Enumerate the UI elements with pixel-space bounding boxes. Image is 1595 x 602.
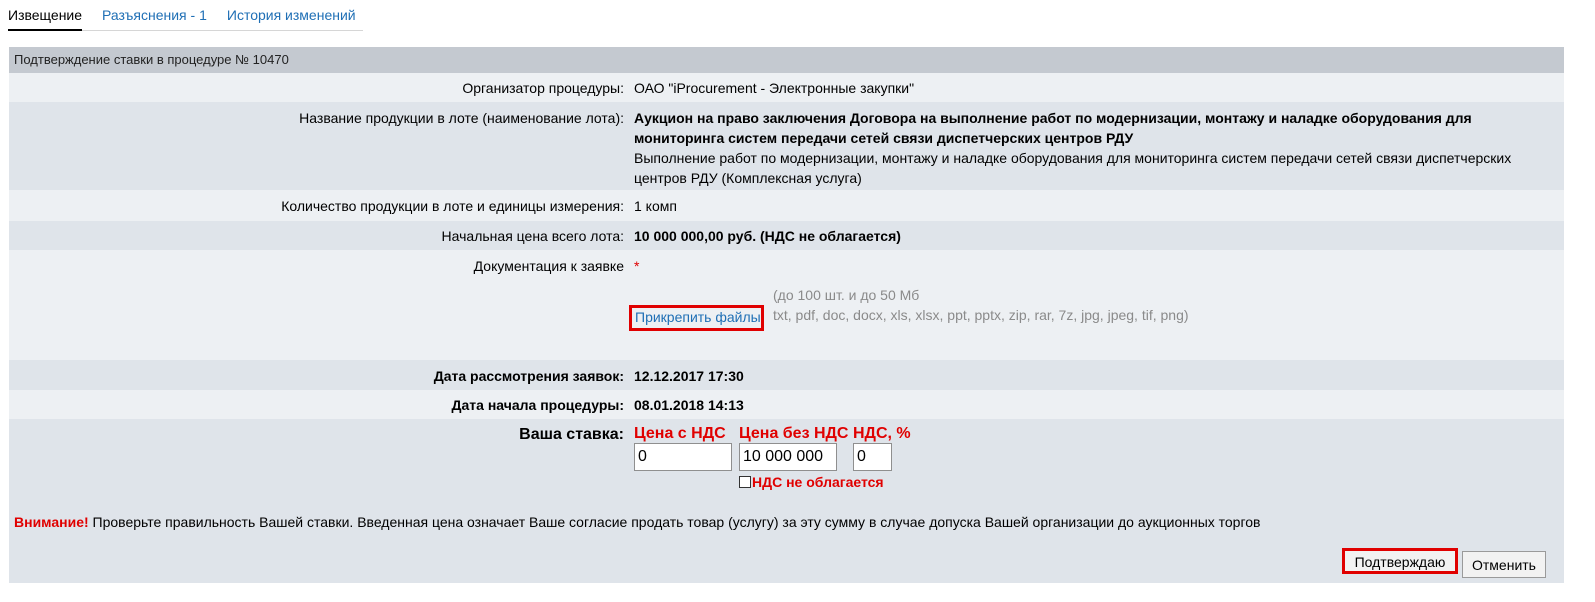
- price-with-vat-input[interactable]: [634, 443, 732, 471]
- review-date-row: Дата рассмотрения заявок: 12.12.2017 17:…: [9, 360, 1564, 390]
- procedure-start-value: 08.01.2018 14:13: [634, 397, 744, 413]
- lot-name-value: Аукцион на право заключения Договора на …: [634, 108, 1534, 188]
- documentation-label: Документация к заявке: [473, 258, 624, 274]
- price-with-vat-header: Цена с НДС: [634, 425, 726, 442]
- review-date-value: 12.12.2017 17:30: [634, 368, 744, 384]
- attach-limit-hint: (до 100 шт. и до 50 Мб: [773, 287, 920, 303]
- tab-clarifications[interactable]: Разъяснения - 1: [102, 0, 207, 31]
- confirm-button[interactable]: Подтверждаю: [1342, 548, 1458, 574]
- lot-description-line: центров РДУ (Комплексная услуга): [634, 170, 862, 186]
- required-marker: *: [634, 258, 640, 274]
- bid-confirmation-panel: Подтверждение ставки в процедуре № 10470…: [9, 47, 1564, 583]
- organizer-row: Организатор процедуры: ОАО "iProcurement…: [9, 73, 1564, 102]
- lot-description-line: Выполнение работ по модернизации, монтаж…: [634, 150, 1512, 166]
- cancel-button[interactable]: Отменить: [1462, 551, 1546, 578]
- warning-title: Внимание!: [14, 514, 89, 530]
- quantity-row: Количество продукции в лоте и единицы из…: [9, 190, 1564, 221]
- lot-name-label: Название продукции в лоте (наименование …: [299, 110, 624, 126]
- organizer-label: Организатор процедуры:: [462, 80, 624, 96]
- attach-files-box: Прикрепить файлы: [629, 305, 764, 331]
- tab-bar: Извещение Разъяснения - 1 История измене…: [8, 0, 363, 31]
- start-price-row: Начальная цена всего лота: 10 000 000,00…: [9, 221, 1564, 250]
- attach-files-link[interactable]: Прикрепить файлы: [635, 309, 761, 325]
- procedure-start-row: Дата начала процедуры: 08.01.2018 14:13: [9, 390, 1564, 419]
- lot-title-line: мониторинга систем передачи сетей связи …: [634, 130, 1134, 146]
- vat-percent-input[interactable]: [853, 443, 892, 471]
- start-price-value: 10 000 000,00 руб. (НДС не облагается): [634, 228, 901, 244]
- vat-percent-header: НДС, %: [853, 425, 911, 442]
- tab-notice[interactable]: Извещение: [8, 0, 83, 31]
- no-vat-checkbox[interactable]: [739, 476, 751, 488]
- bid-label: Ваша ставка:: [519, 426, 624, 443]
- quantity-value: 1 комп: [634, 198, 677, 214]
- bid-warning: Внимание! Проверьте правильность Вашей с…: [14, 514, 1261, 530]
- warning-text: Проверьте правильность Вашей ставки. Вве…: [88, 514, 1261, 530]
- quantity-label: Количество продукции в лоте и единицы из…: [281, 198, 624, 214]
- review-date-label: Дата рассмотрения заявок:: [433, 368, 624, 384]
- price-without-vat-header: Цена без НДС: [739, 425, 849, 442]
- procedure-start-label: Дата начала процедуры:: [451, 397, 624, 413]
- panel-header: Подтверждение ставки в процедуре № 10470: [9, 47, 1564, 73]
- documentation-row: Документация к заявке * Прикрепить файлы…: [9, 250, 1564, 360]
- organizer-value: ОАО "iProcurement - Электронные закупки": [634, 80, 915, 96]
- lot-name-row: Название продукции в лоте (наименование …: [9, 102, 1564, 190]
- start-price-label: Начальная цена всего лота:: [441, 228, 624, 244]
- price-without-vat-input[interactable]: [739, 443, 837, 471]
- tab-change-history[interactable]: История изменений: [227, 0, 356, 31]
- attach-formats-hint: txt, pdf, doc, docx, xls, xlsx, ppt, ppt…: [773, 307, 1189, 323]
- lot-title-line: Аукцион на право заключения Договора на …: [634, 110, 1472, 126]
- no-vat-checkbox-label: НДС не облагается: [752, 474, 884, 490]
